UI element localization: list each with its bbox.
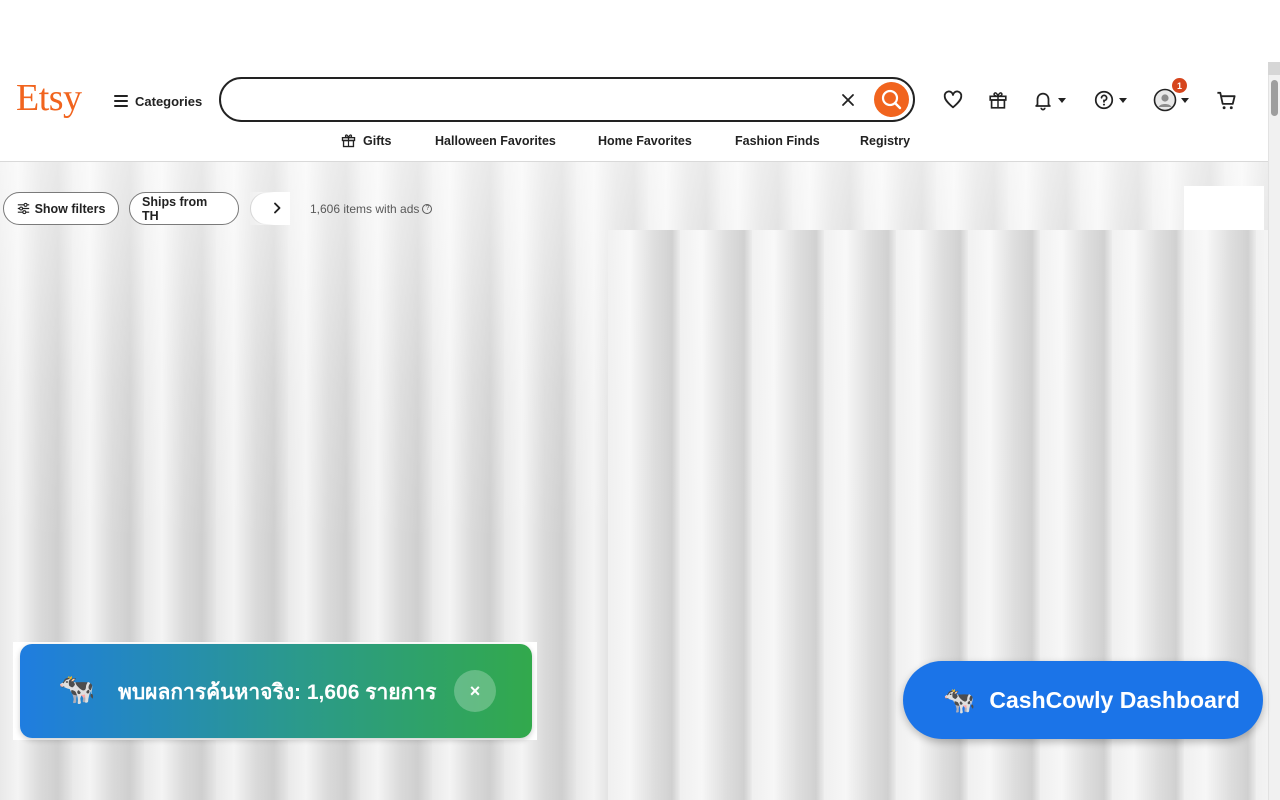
filter-icon <box>17 202 29 215</box>
search-input[interactable] <box>235 87 835 112</box>
info-icon[interactable]: ? <box>422 204 433 214</box>
scrollbar-thumb[interactable] <box>1271 80 1278 116</box>
cart-icon <box>1217 91 1236 109</box>
top-blank-strip <box>0 0 1280 62</box>
cart-button[interactable] <box>1215 88 1238 112</box>
chevron-down-icon <box>1119 97 1127 103</box>
chevron-down-icon <box>1181 97 1189 103</box>
nav-item-gifts[interactable]: Gifts <box>340 132 391 149</box>
etsy-logo[interactable]: Etsy <box>16 76 82 120</box>
cashcowly-dashboard-button[interactable]: 🐄 CashCowly Dashboard <box>903 661 1263 739</box>
nav-item-home-favorites[interactable]: Home Favorites <box>598 134 692 148</box>
clear-icon[interactable] <box>839 91 857 109</box>
site-header: Etsy Categories 1 Gifts Halloween Favori… <box>0 62 1268 162</box>
toast-close-button[interactable]: × <box>454 670 496 712</box>
help-icon <box>1094 90 1114 110</box>
search-bar <box>219 77 915 122</box>
heart-icon <box>943 90 963 109</box>
categories-label: Categories <box>135 93 203 109</box>
results-count: 1,606 items with ads ? <box>310 202 433 216</box>
notifications-button[interactable] <box>1032 88 1066 112</box>
search-button[interactable] <box>874 82 909 117</box>
account-icon <box>1153 88 1177 112</box>
help-button[interactable] <box>1093 88 1127 112</box>
nav-item-halloween-favorites[interactable]: Halloween Favorites <box>435 134 556 148</box>
show-filters-label: Show filters <box>34 201 106 216</box>
ships-from-filter[interactable]: Ships from TH <box>129 192 239 225</box>
cow-icon: 🐄 <box>58 673 96 706</box>
categories-button[interactable]: Categories <box>114 90 202 112</box>
menu-icon <box>114 95 128 107</box>
gift-icon <box>341 134 356 148</box>
toast-message: พบผลการค้นหาจริง: 1,606 รายการ <box>118 681 437 704</box>
show-filters-button[interactable]: Show filters <box>3 192 119 225</box>
nav-item-registry[interactable]: Registry <box>860 134 910 148</box>
side-panel-edge <box>1184 186 1264 230</box>
close-icon: × <box>469 680 481 701</box>
favorites-button[interactable] <box>942 88 964 112</box>
ships-from-label: Ships from TH <box>142 194 208 223</box>
dashboard-button-label: CashCowly Dashboard <box>989 686 1240 713</box>
results-toast: 🐄 พบผลการค้นหาจริง: 1,606 รายการ × <box>20 644 532 738</box>
notification-badge: 1 <box>1172 78 1187 93</box>
results-count-text: 1,606 items with ads <box>310 202 420 216</box>
chevron-down-icon <box>1058 97 1066 103</box>
nav-item-label: Gifts <box>363 133 392 148</box>
category-nav: Gifts Halloween Favorites Home Favorites… <box>0 132 1268 152</box>
cow-icon: 🐄 <box>943 684 976 715</box>
gift-icon <box>989 92 1007 109</box>
bell-icon <box>1035 92 1051 111</box>
chevron-right-icon[interactable] <box>270 201 284 215</box>
scrollbar-track[interactable] <box>1268 75 1280 800</box>
nav-item-fashion-finds[interactable]: Fashion Finds <box>735 134 820 148</box>
gift-button[interactable] <box>987 88 1009 112</box>
filter-bar: Show filters Ships from TH 1,606 items w… <box>0 190 620 226</box>
search-icon <box>881 89 902 110</box>
